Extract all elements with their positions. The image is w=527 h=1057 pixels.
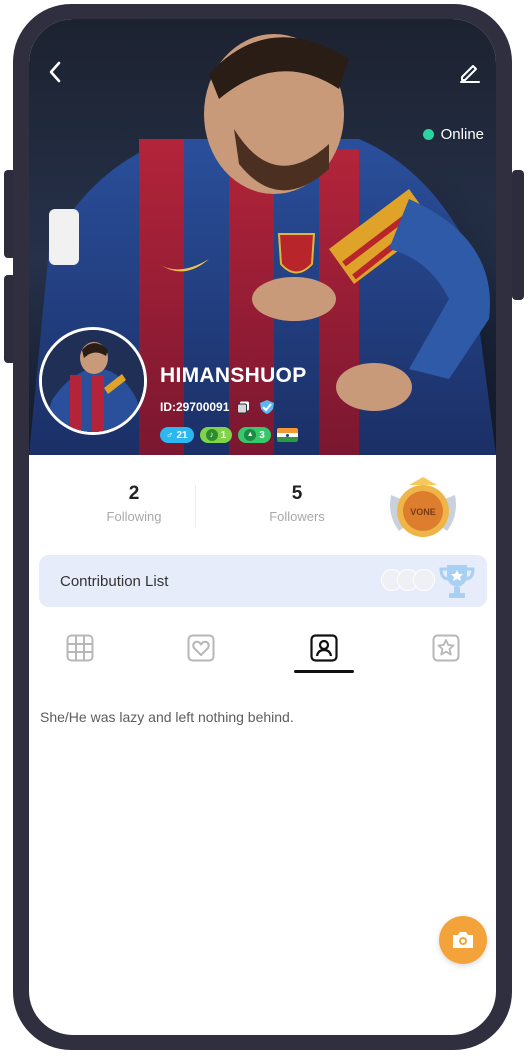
contributor-avatars [381,569,435,591]
contribution-title: Contribution List [60,572,169,590]
tab-profile[interactable] [304,628,344,668]
music-level-badge: ♪ 1 [199,427,233,443]
followers-stat[interactable]: 5 Followers [237,483,357,524]
stats-row: 2 Following 5 Followers VONE [29,455,496,555]
user-id-row: ID:29700091 [160,399,276,415]
username: HIMANSHUOP [160,364,307,387]
trophy-icon [439,565,475,598]
medal-text: VONE [410,507,436,517]
pencil-icon [460,65,480,83]
star-icon [432,634,460,662]
user-id: ID:29700091 [160,400,230,414]
contribution-list-banner[interactable]: Contribution List [39,555,487,607]
rank-level-badge: ▲ 3 [238,427,271,443]
heart-icon [187,634,215,662]
age-value: 21 [176,429,188,441]
avatar[interactable] [39,327,147,435]
back-button[interactable] [42,59,68,85]
music-note-icon: ♪ [205,429,218,441]
rank-level-value: 3 [259,429,265,441]
avatar-image [42,330,144,432]
copy-icon[interactable] [237,401,250,414]
tab-favorites[interactable] [426,628,466,668]
followers-count: 5 [291,483,303,504]
triangle-icon: ▲ [244,429,257,441]
medal-badge[interactable]: VONE [385,475,461,547]
active-tab-indicator [294,670,354,673]
empty-state-text: She/He was lazy and left nothing behind. [40,709,294,725]
following-count: 2 [128,483,140,504]
following-stat[interactable]: 2 Following [74,483,194,524]
profile-tabs [29,622,496,682]
india-flag-icon [276,428,298,442]
edit-profile-button[interactable] [456,58,484,86]
contributor-avatar-placeholder [413,569,435,591]
music-level-value: 1 [220,429,227,441]
following-label: Following [106,509,162,524]
status-dot [422,129,434,140]
medal-icon: VONE [390,477,456,537]
phone-frame: Online HIMANSHUOP ID:29700091 ♂ 21 ♪ 1 ▲… [13,4,512,1050]
tab-likes[interactable] [181,628,221,668]
badge-row: ♂ 21 ♪ 1 ▲ 3 [160,427,298,443]
stats-divider [195,485,196,527]
camera-icon [453,932,473,948]
screen: Online HIMANSHUOP ID:29700091 ♂ 21 ♪ 1 ▲… [29,19,496,1035]
camera-button[interactable] [439,916,487,964]
followers-label: Followers [269,509,325,524]
person-icon [310,634,338,662]
online-status: Online [422,126,484,143]
chevron-left-icon [49,61,61,83]
power-button [512,170,524,300]
tab-posts[interactable] [60,628,100,668]
male-symbol-icon: ♂ [166,429,174,441]
verified-shield-icon [260,400,275,414]
gender-age-badge: ♂ 21 [160,427,194,443]
profile-cover: Online HIMANSHUOP ID:29700091 ♂ 21 ♪ 1 ▲… [29,19,496,455]
grid-icon [66,634,94,662]
status-text: Online [440,126,484,143]
